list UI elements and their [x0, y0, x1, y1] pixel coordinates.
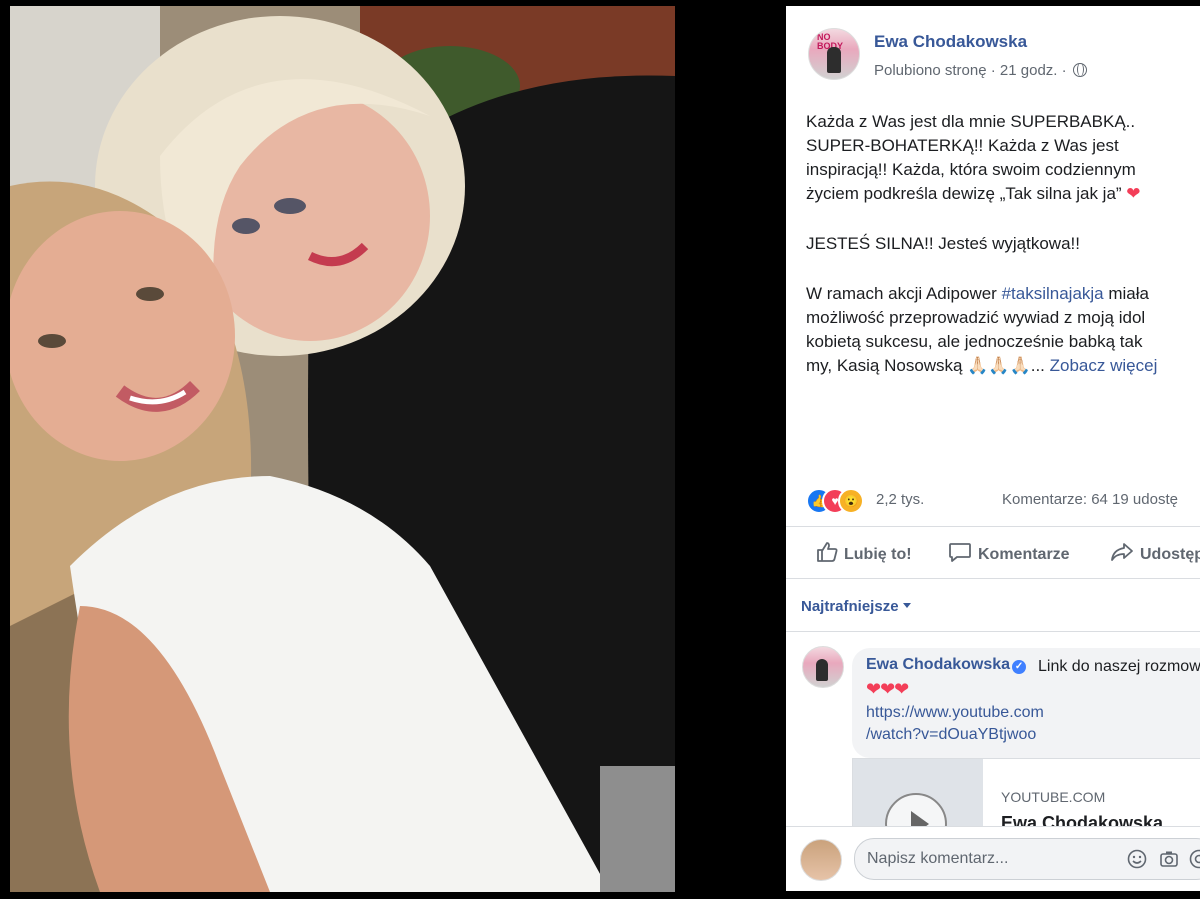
page-avatar[interactable]: NO BODY	[808, 28, 860, 80]
post-photo[interactable]	[10, 6, 675, 892]
comment-button[interactable]: Komentarze	[948, 541, 1070, 564]
comment-bubble-icon	[949, 543, 971, 562]
comment-bubble: Ewa Chodakowska ✓ Link do naszej rozmowy …	[852, 648, 1200, 758]
comment-input-placeholder: Napisz komentarz...	[867, 850, 1009, 867]
commenter-avatar[interactable]	[802, 646, 844, 688]
post-author[interactable]: Ewa Chodakowska	[874, 32, 1027, 52]
comment-sort-dropdown[interactable]: Najtrafniejsze	[801, 598, 911, 615]
globe-icon[interactable]	[1072, 63, 1087, 77]
hearts-emoji-icon: ❤❤❤	[866, 679, 909, 699]
post-paragraph-1: Każda z Was jest dla mnie SUPERBABKĄ.. S…	[806, 112, 1141, 203]
comment-text: Link do naszej rozmowy ❤❤❤ https://www.y…	[866, 658, 1200, 743]
emoji-icon[interactable]	[1127, 849, 1147, 869]
divider	[786, 578, 1200, 579]
post-paragraph-3: W ramach akcji Adipower #taksilnajakja m…	[806, 284, 1158, 375]
post-paragraph-2: JESTEŚ SILNA!! Jesteś wyjątkowa!!	[806, 234, 1080, 253]
post-stats[interactable]: Komentarze: 64 19 udostę	[1002, 491, 1178, 508]
post-meta: Polubiono stronę · 21 godz. ·	[874, 62, 1087, 79]
comment-input[interactable]: Napisz komentarz...	[854, 838, 1200, 880]
share-arrow-icon	[1111, 543, 1133, 561]
thumbs-up-icon	[817, 542, 838, 562]
comment-link[interactable]: https://www.youtube.com/watch?v=dOuaYBtj…	[866, 704, 1044, 743]
photo-illustration	[10, 6, 675, 892]
post-meta-text: Polubiono stronę · 21 godz. ·	[874, 62, 1067, 79]
post-panel: NO BODY Ewa Chodakowska Polubiono stronę …	[786, 6, 1200, 891]
share-button[interactable]: Udostępnij	[1110, 541, 1200, 564]
wow-reaction-icon: 😮	[838, 488, 864, 514]
photo-viewer	[0, 0, 786, 899]
heart-emoji-icon: ❤	[1126, 184, 1141, 203]
like-button[interactable]: Lubię to!	[816, 541, 912, 564]
camera-icon[interactable]	[1159, 849, 1179, 869]
current-user-avatar[interactable]	[800, 839, 842, 881]
reactions-count: 2,2 tys.	[876, 491, 925, 508]
divider	[786, 526, 1200, 527]
write-comment-row: Napisz komentarz...	[786, 826, 1200, 891]
post-body: Każda z Was jest dla mnie SUPERBABKĄ.. S…	[806, 110, 1200, 404]
divider	[786, 631, 1200, 632]
see-more-link[interactable]: Zobacz więcej	[1050, 356, 1158, 375]
hashtag-link[interactable]: #taksilnajakja	[1002, 284, 1104, 303]
card-domain: YOUTUBE.COM	[1001, 789, 1106, 805]
caret-down-icon	[902, 603, 911, 608]
gif-icon[interactable]	[1189, 849, 1200, 869]
